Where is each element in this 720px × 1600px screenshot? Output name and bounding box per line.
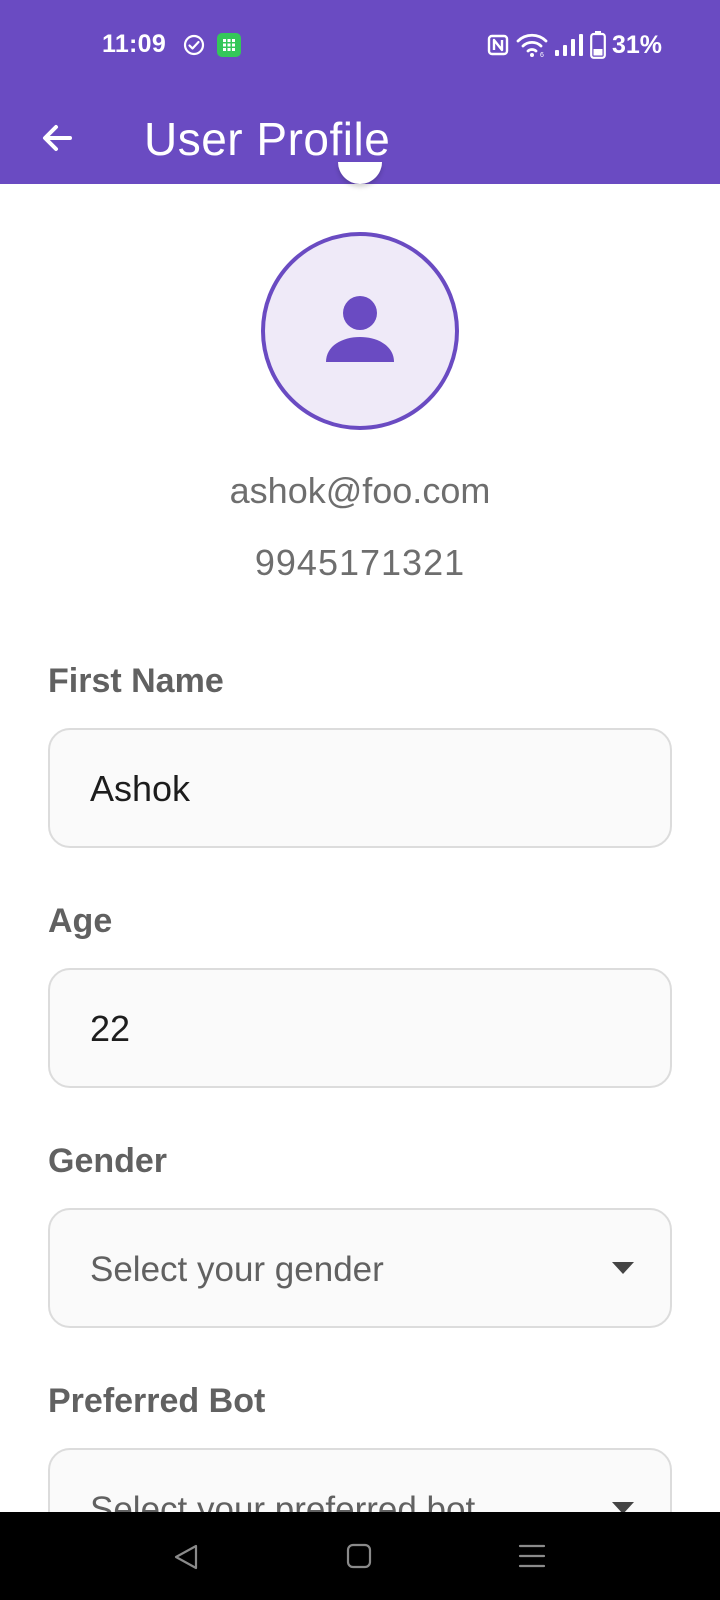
arrow-left-icon[interactable] — [36, 116, 80, 160]
signal-icon — [554, 34, 583, 56]
status-bar: 11:09 6 31% — [0, 0, 720, 92]
nav-back-icon[interactable] — [172, 1542, 202, 1572]
first-name-value: Ashok — [90, 768, 191, 809]
nav-home-icon[interactable] — [346, 1543, 372, 1569]
battery-percentage: 31% — [611, 30, 662, 59]
age-value: 22 — [90, 1008, 131, 1049]
gender-placeholder: Select your gender — [90, 1250, 384, 1289]
check-circle-icon — [182, 33, 206, 57]
page-title: User Profile — [144, 113, 391, 165]
dropdown-arrow-icon — [612, 1262, 634, 1274]
first-name-label: First Name — [48, 662, 224, 700]
wifi-icon: 6 — [516, 33, 548, 58]
nfc-icon — [487, 34, 509, 56]
gender-dropdown[interactable]: Select your gender — [48, 1208, 672, 1328]
app-notification-icon — [217, 33, 241, 57]
age-label: Age — [48, 902, 113, 940]
avatar[interactable] — [261, 232, 459, 430]
age-field[interactable]: 22 — [48, 968, 672, 1088]
system-navigation-bar — [0, 1512, 720, 1600]
profile-email: ashok@foo.com — [229, 470, 491, 511]
gender-label: Gender — [48, 1142, 168, 1180]
nav-menu-icon[interactable] — [518, 1542, 546, 1570]
battery-icon — [590, 31, 606, 59]
person-icon — [326, 296, 394, 362]
svg-text:6: 6 — [540, 52, 544, 58]
profile-phone: 9945171321 — [254, 542, 466, 583]
preferred-bot-label: Preferred Bot — [48, 1382, 266, 1420]
first-name-field[interactable]: Ashok — [48, 728, 672, 848]
status-indicators: 6 31% — [486, 30, 662, 60]
status-time: 11:09 — [102, 30, 167, 58]
